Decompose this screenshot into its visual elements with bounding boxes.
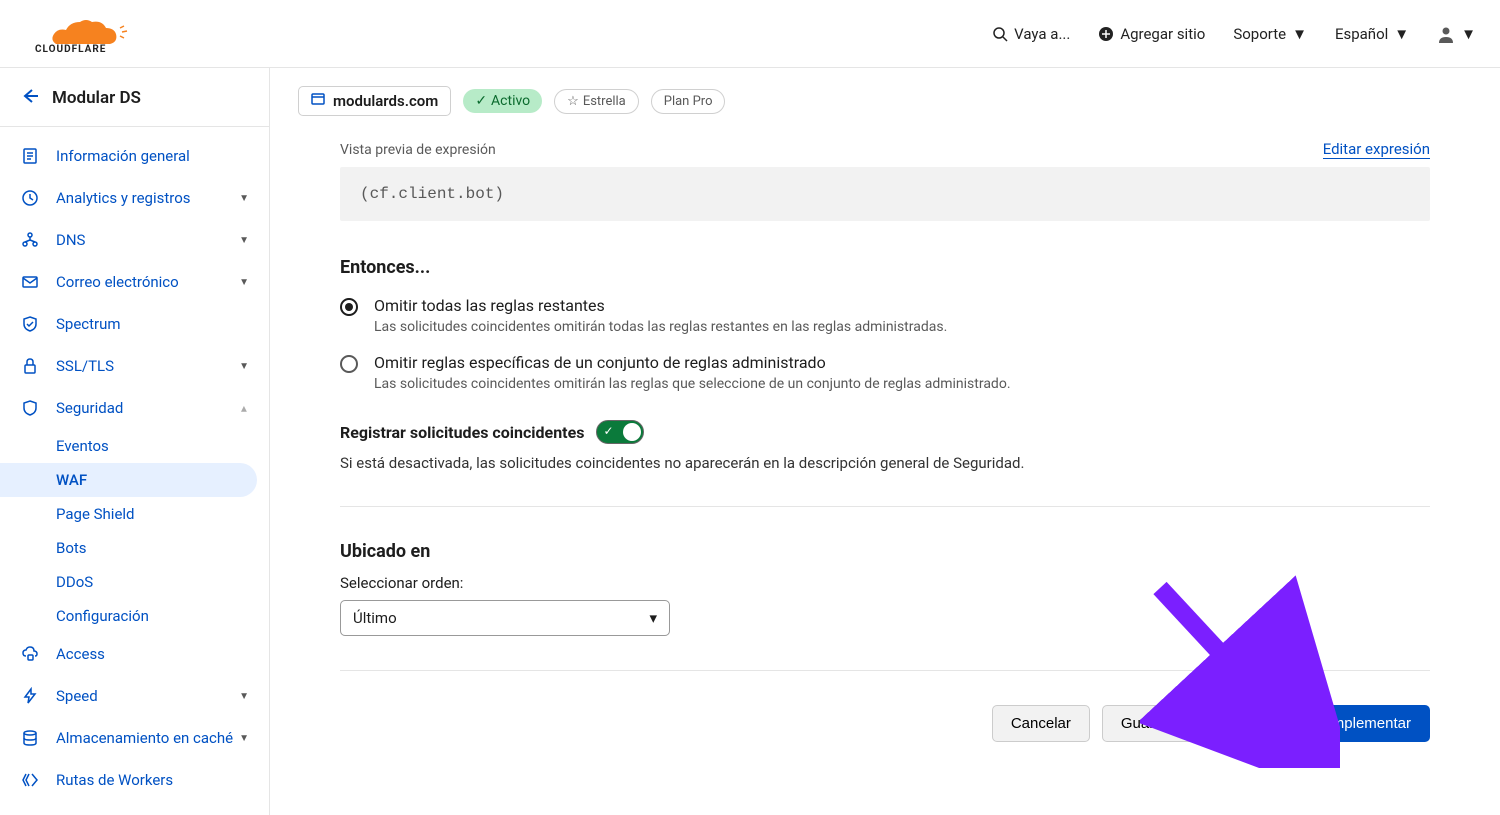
language-menu[interactable]: Español ▼ xyxy=(1335,25,1409,43)
mail-icon xyxy=(20,272,40,292)
chevron-down-icon: ▼ xyxy=(239,691,249,702)
nav-item-overview[interactable]: Información general xyxy=(0,135,269,177)
deploy-button[interactable]: Implementar xyxy=(1309,705,1430,742)
search-icon xyxy=(992,26,1008,42)
cloudflare-logo-icon: CLOUDFLARE xyxy=(20,14,140,54)
clock-icon xyxy=(20,188,40,208)
chevron-down-icon: ▼ xyxy=(239,277,249,288)
shield-icon xyxy=(20,398,40,418)
cloud-lock-icon xyxy=(20,644,40,664)
radio-icon xyxy=(340,298,358,316)
back-arrow[interactable] xyxy=(20,86,40,110)
user-menu[interactable]: ▼ xyxy=(1437,25,1476,43)
network-icon xyxy=(20,230,40,250)
chevron-down-icon: ▼ xyxy=(1461,25,1476,43)
sidebar: Modular DS Información general Analytics… xyxy=(0,68,270,815)
chevron-down-icon: ▼ xyxy=(1394,25,1409,43)
log-toggle-desc: Si está desactivada, las solicitudes coi… xyxy=(340,454,1430,472)
subnav-page-shield[interactable]: Page Shield xyxy=(0,497,257,531)
radio-skip-all[interactable]: Omitir todas las reglas restantes Las so… xyxy=(340,296,1430,335)
user-icon xyxy=(1437,25,1455,43)
star-button[interactable]: ☆ Estrella xyxy=(554,89,639,114)
subnav-bots[interactable]: Bots xyxy=(0,531,257,565)
subnav-eventos[interactable]: Eventos xyxy=(0,429,257,463)
log-toggle[interactable]: ✓ xyxy=(596,420,644,444)
expression-code: (cf.client.bot) xyxy=(340,167,1430,221)
nav-item-access[interactable]: Access xyxy=(0,633,269,675)
shield-check-icon xyxy=(20,314,40,334)
clipboard-icon xyxy=(20,146,40,166)
chevron-down-icon: ▼ xyxy=(239,193,249,204)
status-pill: ✓ Activo xyxy=(463,89,542,113)
add-site-button[interactable]: Agregar sitio xyxy=(1098,25,1205,43)
search-trigger[interactable]: Vaya a... xyxy=(992,25,1070,43)
logo[interactable]: CLOUDFLARE xyxy=(20,14,140,54)
topbar: CLOUDFLARE Vaya a... Agregar sitio Sopor… xyxy=(0,0,1500,68)
chevron-down-icon: ▼ xyxy=(239,733,249,744)
nav-item-cache[interactable]: Almacenamiento en caché ▼ xyxy=(0,717,269,759)
main-content: modulards.com ✓ Activo ☆ Estrella Plan P… xyxy=(270,68,1500,815)
radio-skip-specific[interactable]: Omitir reglas específicas de un conjunto… xyxy=(340,353,1430,392)
order-select[interactable]: Último ▾ xyxy=(340,600,670,636)
divider xyxy=(340,670,1430,671)
check-icon: ✓ xyxy=(603,424,613,438)
chevron-down-icon: ▼ xyxy=(1292,25,1307,43)
cancel-button[interactable]: Cancelar xyxy=(992,705,1090,742)
plus-circle-icon xyxy=(1098,26,1114,42)
svg-text:CLOUDFLARE: CLOUDFLARE xyxy=(35,44,106,54)
then-title: Entonces... xyxy=(340,257,1430,278)
website-icon xyxy=(311,92,325,110)
plan-pill: Plan Pro xyxy=(651,89,726,114)
nav-item-security[interactable]: Seguridad ▼ xyxy=(0,387,269,429)
log-toggle-label: Registrar solicitudes coincidentes xyxy=(340,423,584,442)
placement-title: Ubicado en xyxy=(340,541,1430,562)
radio-icon xyxy=(340,355,358,373)
subnav-ddos[interactable]: DDoS xyxy=(0,565,257,599)
nav-item-spectrum[interactable]: Spectrum xyxy=(0,303,269,345)
subnav-waf[interactable]: WAF xyxy=(0,463,257,497)
sidebar-title: Modular DS xyxy=(52,88,141,108)
nav-item-analytics[interactable]: Analytics y registros ▼ xyxy=(0,177,269,219)
subnav-config[interactable]: Configuración xyxy=(0,599,257,633)
chevron-down-icon: ▼ xyxy=(239,235,249,246)
save-draft-button[interactable]: Guardar como borrador xyxy=(1102,705,1297,742)
chevron-down-icon: ▾ xyxy=(649,609,657,627)
nav-item-dns[interactable]: DNS ▼ xyxy=(0,219,269,261)
domain-chip[interactable]: modulards.com xyxy=(298,86,451,116)
divider xyxy=(340,506,1430,507)
nav-item-workers[interactable]: Rutas de Workers xyxy=(0,759,269,801)
bolt-icon xyxy=(20,686,40,706)
check-icon: ✓ xyxy=(475,93,487,109)
select-order-label: Seleccionar orden: xyxy=(340,574,1430,592)
database-icon xyxy=(20,728,40,748)
chevron-up-icon: ▼ xyxy=(239,403,249,414)
star-icon: ☆ xyxy=(567,94,579,109)
nav-item-email[interactable]: Correo electrónico ▼ xyxy=(0,261,269,303)
support-menu[interactable]: Soporte ▼ xyxy=(1233,25,1307,43)
nav-item-speed[interactable]: Speed ▼ xyxy=(0,675,269,717)
chevron-down-icon: ▼ xyxy=(239,361,249,372)
edit-expression-link[interactable]: Editar expresión xyxy=(1323,140,1430,159)
nav-item-ssl[interactable]: SSL/TLS ▼ xyxy=(0,345,269,387)
lock-icon xyxy=(20,356,40,376)
expression-preview-label: Vista previa de expresión xyxy=(340,142,496,158)
workers-icon xyxy=(20,770,40,790)
